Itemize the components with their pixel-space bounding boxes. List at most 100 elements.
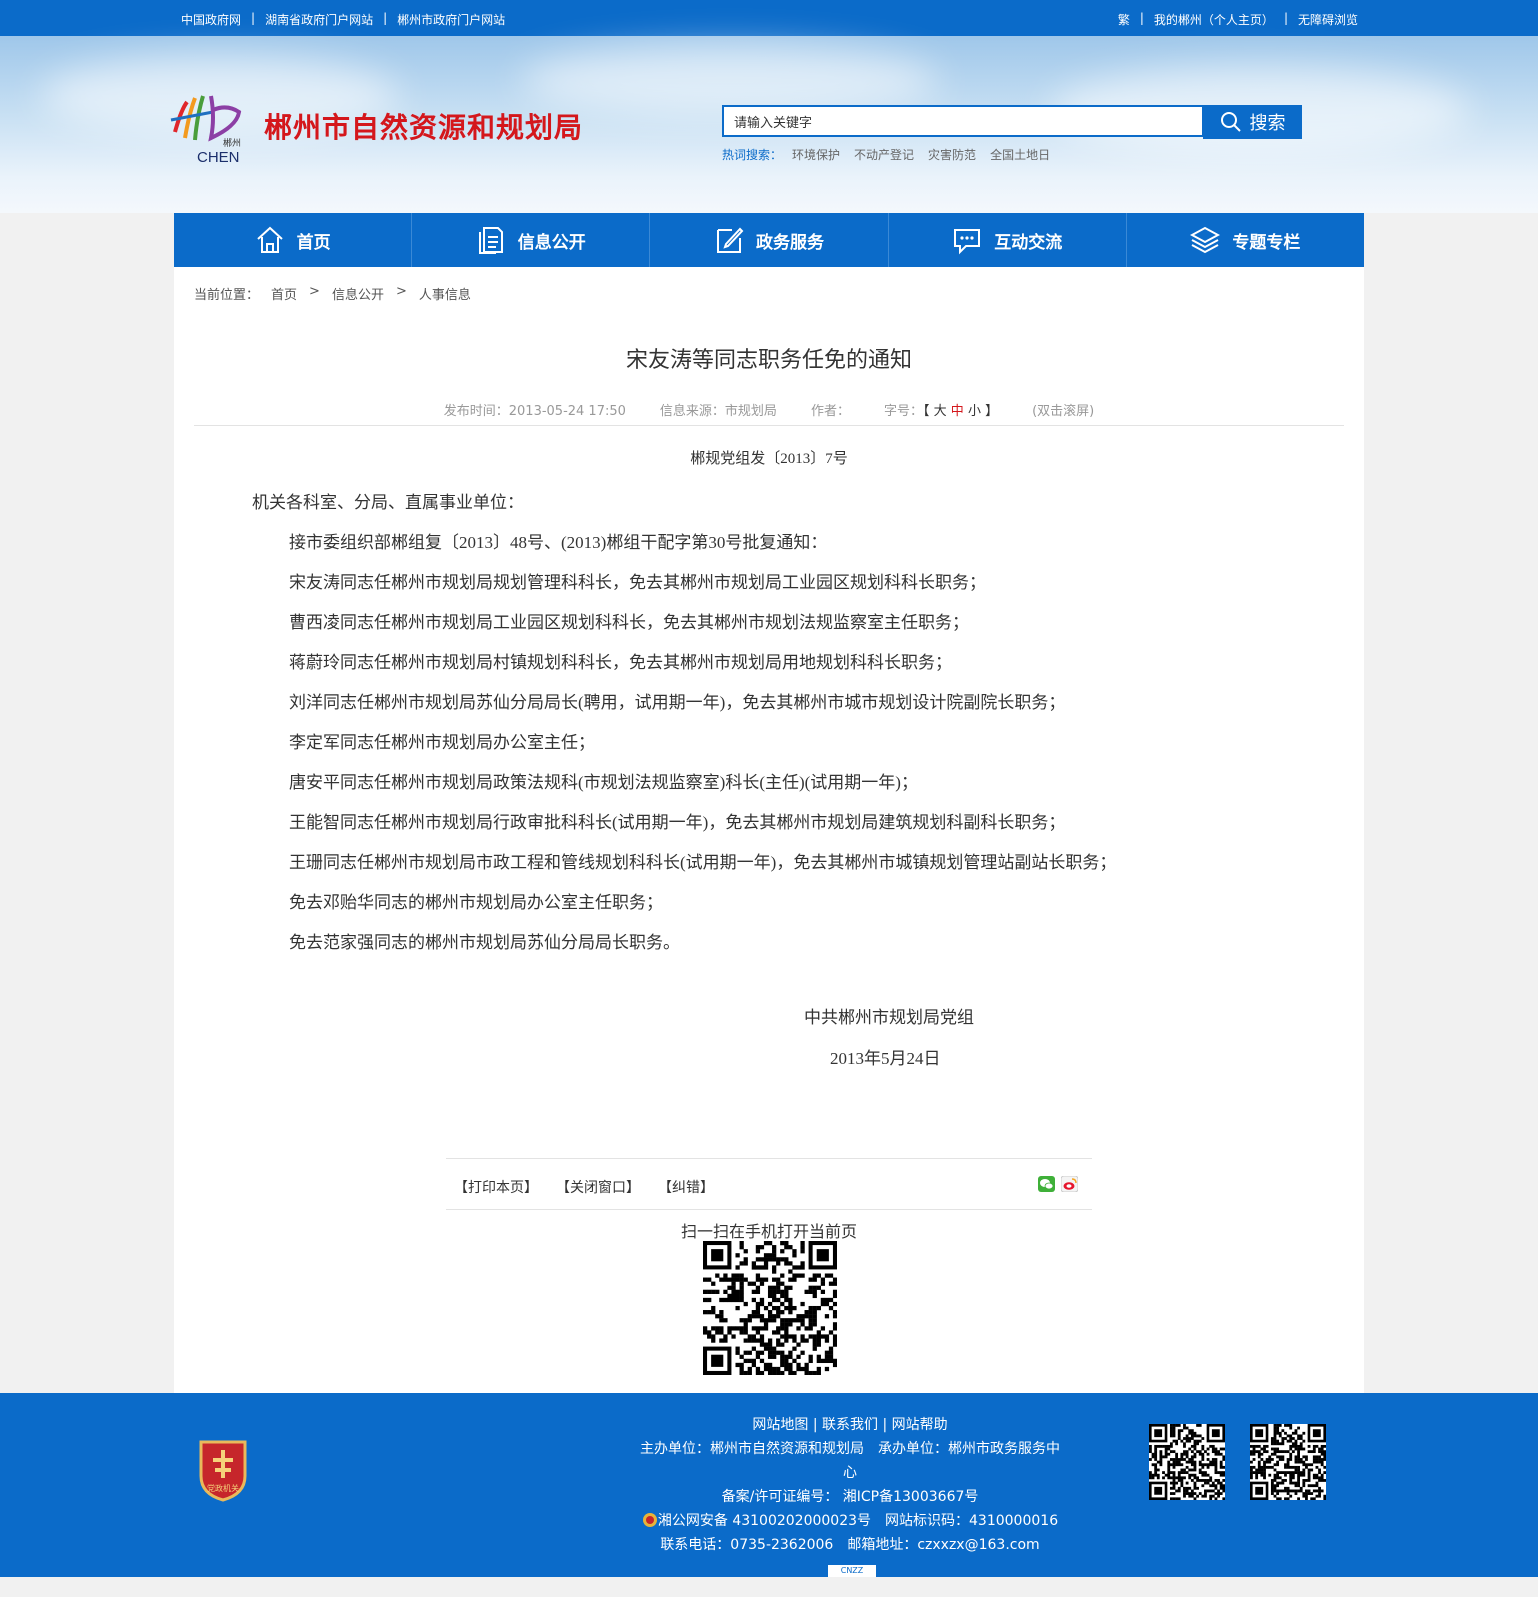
svg-text:CHEN: CHEN bbox=[197, 149, 240, 164]
article-paragraph: 唐安平同志任郴州市规划局政策法规科(市规划法规监察室)科长(主任)(试用期一年)… bbox=[289, 773, 918, 792]
document-number: 郴规党组发〔2013〕7号 bbox=[690, 451, 848, 467]
edit-icon bbox=[717, 227, 744, 253]
article-paragraph: 宋友涛同志任郴州市规划局规划管理科科长，免去其郴州市规划局工业园区规划科科长职务… bbox=[289, 573, 986, 592]
footer-qr-code bbox=[1149, 1424, 1225, 1500]
report-error-button[interactable]: 【纠错】 bbox=[658, 1177, 714, 1197]
signature-block: 中共郴州市规划局党组 2013年5月24日 bbox=[804, 997, 974, 1079]
breadcrumb-home[interactable]: 首页 bbox=[271, 284, 297, 303]
breadcrumb-separator: > bbox=[309, 284, 320, 299]
top-links-right: 繁 | 我的郴州（个人主页） | 无障碍浏览 bbox=[1117, 11, 1358, 28]
font-small-button[interactable]: 小 bbox=[968, 404, 981, 419]
nav-label: 互动交流 bbox=[994, 232, 1063, 253]
article-meta: 发布时间：2013-05-24 17:50 信息来源：市规划局 作者： 字号：【… bbox=[174, 400, 1364, 419]
link-traditional-chinese[interactable]: 繁 bbox=[1118, 11, 1130, 28]
article-paragraph: 曹西凌同志任郴州市规划局工业园区规划科科长，免去其郴州市规划法规监察室主任职务； bbox=[289, 613, 969, 632]
article-paragraph: 免去邓贻华同志的郴州市规划局办公室主任职务； bbox=[289, 893, 663, 912]
link-accessibility[interactable]: 无障碍浏览 bbox=[1298, 11, 1358, 28]
footer-links: 网站地图 | 联系我们 | 网站帮助 bbox=[752, 1417, 948, 1433]
scan-hint: 扫一扫在手机打开当前页 bbox=[680, 1222, 857, 1241]
article-paragraph: 李定军同志任郴州市规划局办公室主任； bbox=[289, 733, 595, 752]
main-content: 当前位置： 首页 > 信息公开 > 人事信息 宋友涛等同志职务任免的通知 发布时… bbox=[174, 267, 1364, 1393]
weibo-icon[interactable] bbox=[1061, 1176, 1078, 1192]
breadcrumb: 当前位置： 首页 > 信息公开 > 人事信息 bbox=[194, 284, 471, 303]
article-paragraph: 王珊同志任郴州市规划局市政工程和管线规划科科长(试用期一年)，免去其郴州市城镇规… bbox=[289, 853, 1117, 872]
tool-links: 【打印本页】 【关闭窗口】 【纠错】 bbox=[454, 1177, 714, 1197]
nav-label: 专题专栏 bbox=[1232, 232, 1301, 253]
party-gov-badge-icon[interactable]: 党政机关 bbox=[197, 1438, 249, 1502]
hot-word[interactable]: 不动产登记 bbox=[854, 146, 914, 163]
article-body: 机关各科室、分局、直属事业单位： 接市委组织部郴组复〔2013〕48号、(201… bbox=[252, 483, 1116, 963]
footer-icp: 备案/许可证编号： 湘ICP备13003667号 bbox=[721, 1489, 979, 1505]
search-icon bbox=[1220, 112, 1241, 132]
article-tools: 【打印本页】 【关闭窗口】 【纠错】 bbox=[446, 1158, 1092, 1210]
layers-icon bbox=[1190, 226, 1221, 254]
chat-icon bbox=[954, 229, 981, 255]
search-box bbox=[722, 105, 1204, 137]
link-gov-cn[interactable]: 中国政府网 bbox=[181, 11, 241, 28]
nav-item-special-topics[interactable]: 专题专栏 bbox=[1127, 213, 1364, 267]
logo-graphic: 郴州 CHEN bbox=[170, 95, 242, 166]
link-my-chenzhou[interactable]: 我的郴州（个人主页） bbox=[1154, 11, 1274, 28]
article-paragraph: 刘洋同志任郴州市规划局苏仙分局局长(聘用，试用期一年)，免去其郴州市城市规划设计… bbox=[289, 693, 1066, 712]
breadcrumb-personnel[interactable]: 人事信息 bbox=[419, 284, 471, 303]
footer-contact: 联系电话：0735-2362006 邮箱地址：czxxzx@163.com CN… bbox=[660, 1537, 1040, 1577]
divider bbox=[194, 425, 1344, 426]
home-icon bbox=[256, 226, 283, 253]
nav-label: 信息公开 bbox=[517, 232, 586, 253]
font-size-control: 字号：【 大 中 小 】 bbox=[883, 404, 999, 419]
font-medium-button[interactable]: 中 bbox=[951, 404, 964, 419]
nav-item-info-public[interactable]: 信息公开 bbox=[412, 213, 651, 267]
hot-word[interactable]: 全国土地日 bbox=[990, 146, 1050, 163]
footer-sponsor: 主办单位：郴州市自然资源和规划局 承办单位：郴州市政务服务中心 bbox=[640, 1441, 1060, 1481]
hot-words-label: 热词搜索： bbox=[722, 148, 783, 162]
article-paragraph: 王能智同志任郴州市规划局行政审批科科长(试用期一年)，免去其郴州市规划局建筑规划… bbox=[289, 813, 1066, 832]
nav-item-gov-service[interactable]: 政务服务 bbox=[650, 213, 889, 267]
footer-qr-code bbox=[1250, 1424, 1326, 1500]
svg-text:郴州: 郴州 bbox=[223, 137, 241, 149]
hot-words: 热词搜索： 环境保护 不动产登记 灾害防范 全国土地日 bbox=[722, 146, 1050, 163]
author: 作者： bbox=[810, 404, 850, 419]
search-button[interactable]: 搜索 bbox=[1203, 105, 1302, 139]
cnzz-badge[interactable]: CNZZ bbox=[828, 1565, 876, 1577]
link-hunan-portal[interactable]: 湖南省政府门户网站 bbox=[265, 11, 373, 28]
top-links-left: 中国政府网 | 湖南省政府门户网站 | 郴州市政府门户网站 bbox=[181, 11, 506, 28]
breadcrumb-info-public[interactable]: 信息公开 bbox=[332, 284, 384, 303]
search-input[interactable] bbox=[724, 107, 1184, 135]
nav-label: 首页 bbox=[296, 232, 331, 253]
article-paragraph: 接市委组织部郴组复〔2013〕48号、(2013)郴组干配字第30号批复通知： bbox=[289, 533, 828, 552]
help-link[interactable]: 网站帮助 bbox=[892, 1417, 948, 1433]
nav-item-home[interactable]: 首页 bbox=[174, 213, 413, 267]
breadcrumb-label: 当前位置： bbox=[194, 288, 260, 303]
document-icon bbox=[478, 227, 503, 254]
footer-police: 湘公网安备 43100202000023号 网站标识码：4310000016 bbox=[634, 1509, 1066, 1533]
font-large-button[interactable]: 大 bbox=[934, 404, 947, 419]
hot-word[interactable]: 环境保护 bbox=[792, 146, 840, 163]
sitemap-link[interactable]: 网站地图 bbox=[752, 1417, 808, 1433]
info-source: 信息来源：市规划局 bbox=[659, 404, 777, 419]
contact-link[interactable]: 联系我们 bbox=[822, 1417, 878, 1433]
site-logo[interactable]: 郴州 CHEN bbox=[167, 92, 249, 166]
police-badge-icon bbox=[642, 1513, 657, 1527]
search-button-label: 搜索 bbox=[1249, 113, 1286, 134]
svg-text:党政机关: 党政机关 bbox=[207, 1483, 239, 1493]
article-paragraph: 蒋蔚玲同志任郴州市规划局村镇规划科科长，免去其郴州市规划局用地规划科科长职务； bbox=[289, 653, 952, 672]
footer: 党政机关 网站地图 | 联系我们 | 网站帮助 主办单位：郴州市自然资源和规划局… bbox=[0, 1393, 1538, 1577]
double-click-scroll: (双击滚屏) bbox=[1032, 404, 1095, 419]
article-paragraph: 免去范家强同志的郴州市规划局苏仙分局局长职务。 bbox=[289, 933, 680, 952]
close-window-button[interactable]: 【关闭窗口】 bbox=[556, 1177, 640, 1197]
publish-time: 发布时间：2013-05-24 17:50 bbox=[443, 404, 626, 419]
signature-date: 2013年5月24日 bbox=[830, 1049, 941, 1068]
salutation: 机关各科室、分局、直属事业单位： bbox=[252, 493, 524, 512]
breadcrumb-separator: > bbox=[395, 284, 407, 299]
share-buttons bbox=[1038, 1176, 1078, 1192]
nav-item-interaction[interactable]: 互动交流 bbox=[889, 213, 1127, 267]
site-title: 郴州市自然资源和规划局 bbox=[264, 111, 584, 144]
article-title: 宋友涛等同志职务任免的通知 bbox=[625, 348, 912, 373]
signature: 中共郴州市规划局党组 bbox=[804, 1008, 974, 1027]
page-qr-code bbox=[703, 1241, 837, 1375]
footer-info: 网站地图 | 联系我们 | 网站帮助 主办单位：郴州市自然资源和规划局 承办单位… bbox=[634, 1413, 1066, 1581]
hot-word[interactable]: 灾害防范 bbox=[928, 146, 976, 163]
print-button[interactable]: 【打印本页】 bbox=[454, 1177, 538, 1197]
link-chenzhou-portal[interactable]: 郴州市政府门户网站 bbox=[397, 11, 505, 28]
wechat-icon[interactable] bbox=[1038, 1176, 1055, 1192]
